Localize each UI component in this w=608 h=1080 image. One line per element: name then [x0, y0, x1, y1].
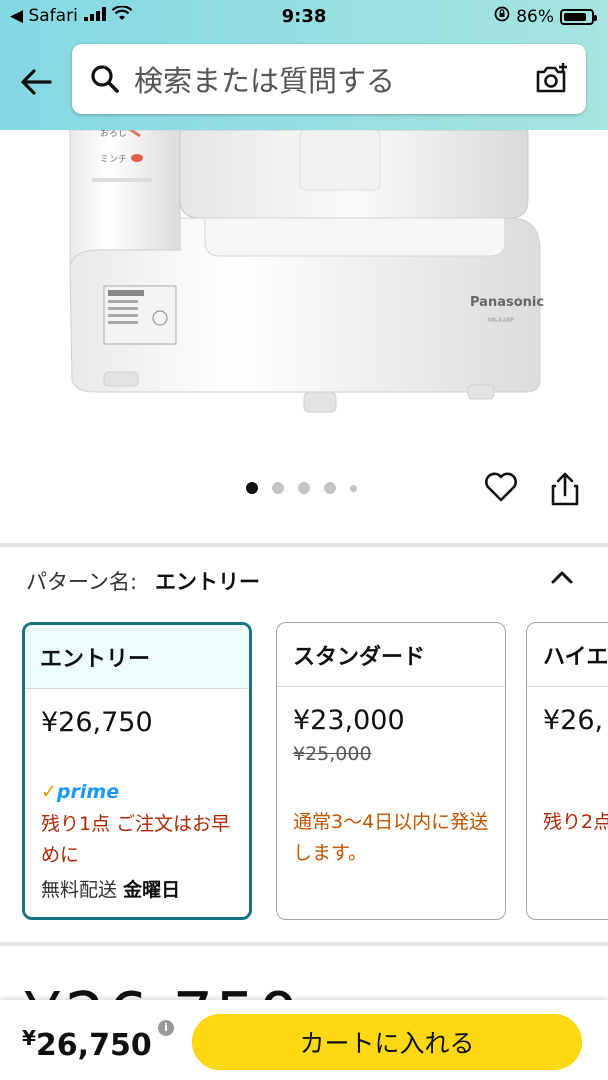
- brand-logo: Panasonic: [470, 295, 544, 310]
- option-name: スタンダード: [277, 623, 505, 687]
- shipping-message: 通常3〜4日以内に発送します。: [293, 811, 489, 864]
- pattern-selector: パターン名: エントリー: [26, 566, 260, 596]
- section-divider: [0, 942, 608, 946]
- stock-message: 残り2点 早めに: [543, 811, 608, 833]
- carousel-dot[interactable]: [349, 484, 357, 492]
- wishlist-button[interactable]: [480, 466, 522, 508]
- share-button[interactable]: [544, 466, 586, 512]
- add-to-cart-button[interactable]: カートに入れる: [192, 1014, 582, 1070]
- option-card-high-end[interactable]: ハイエ ¥26, 残り2点 早めに: [526, 622, 608, 920]
- prime-badge: ✓prime: [41, 781, 120, 803]
- back-button[interactable]: [14, 60, 58, 104]
- option-price: ¥26,750: [41, 707, 153, 738]
- heart-icon: [485, 472, 517, 502]
- battery-percent: 86%: [516, 6, 554, 27]
- battery-icon: [560, 8, 597, 25]
- share-icon: [551, 472, 579, 506]
- carousel-dot[interactable]: [271, 482, 284, 494]
- buy-bar-price: ¥26,750: [22, 1026, 152, 1063]
- pattern-options: エントリー ¥26,750 ✓prime 残り1点 ご注文はお早めに 無料配送 …: [22, 622, 608, 922]
- search-input[interactable]: 検索または質問する: [72, 44, 586, 114]
- option-price: ¥26,: [543, 705, 604, 736]
- panel-label-grate: おろし: [100, 130, 127, 139]
- camera-search-icon[interactable]: [532, 59, 572, 99]
- search-placeholder: 検索または質問する: [134, 64, 396, 98]
- prime-check-icon: ✓: [41, 781, 57, 803]
- option-card-standard[interactable]: スタンダード ¥23,000 ¥25,000 通常3〜4日以内に発送します。: [276, 622, 506, 920]
- option-card-entry[interactable]: エントリー ¥26,750 ✓prime 残り1点 ご注文はお早めに 無料配送 …: [22, 622, 252, 920]
- status-right: 86%: [494, 6, 597, 27]
- info-icon[interactable]: i: [158, 1020, 174, 1036]
- product-image[interactable]: おろし ミンチ Panasonic MK-K48P: [0, 130, 608, 440]
- carousel-dot[interactable]: [323, 482, 336, 494]
- search-icon: [88, 62, 122, 96]
- chevron-up-icon: [551, 571, 573, 584]
- collapse-button[interactable]: [544, 562, 580, 592]
- status-bar: ◀ Safari 9:38 86%: [0, 0, 608, 34]
- delivery-info: 無料配送 金曜日: [41, 879, 181, 901]
- option-price: ¥23,000: [293, 705, 405, 736]
- carousel-dot[interactable]: [297, 482, 310, 494]
- option-name: エントリー: [25, 625, 249, 689]
- search-header: 検索または質問する: [0, 34, 608, 130]
- pattern-value: エントリー: [155, 570, 261, 594]
- carousel-dot[interactable]: [245, 482, 258, 494]
- rotation-lock-icon: [494, 6, 510, 27]
- panel-label-mince: ミンチ: [100, 154, 127, 165]
- buy-bar: ¥26,750 i カートに入れる: [0, 1000, 608, 1080]
- back-arrow-icon: [21, 69, 52, 95]
- model-number: MK-K48P: [488, 317, 514, 324]
- pattern-label: パターン名:: [26, 570, 138, 594]
- section-divider: [0, 543, 608, 547]
- food-processor-illustration: おろし ミンチ Panasonic MK-K48P: [0, 130, 608, 440]
- stock-message: 残り1点 ご注文はお早めに: [41, 813, 231, 866]
- option-name: ハイエ: [527, 623, 608, 687]
- option-old-price: ¥25,000: [293, 743, 372, 765]
